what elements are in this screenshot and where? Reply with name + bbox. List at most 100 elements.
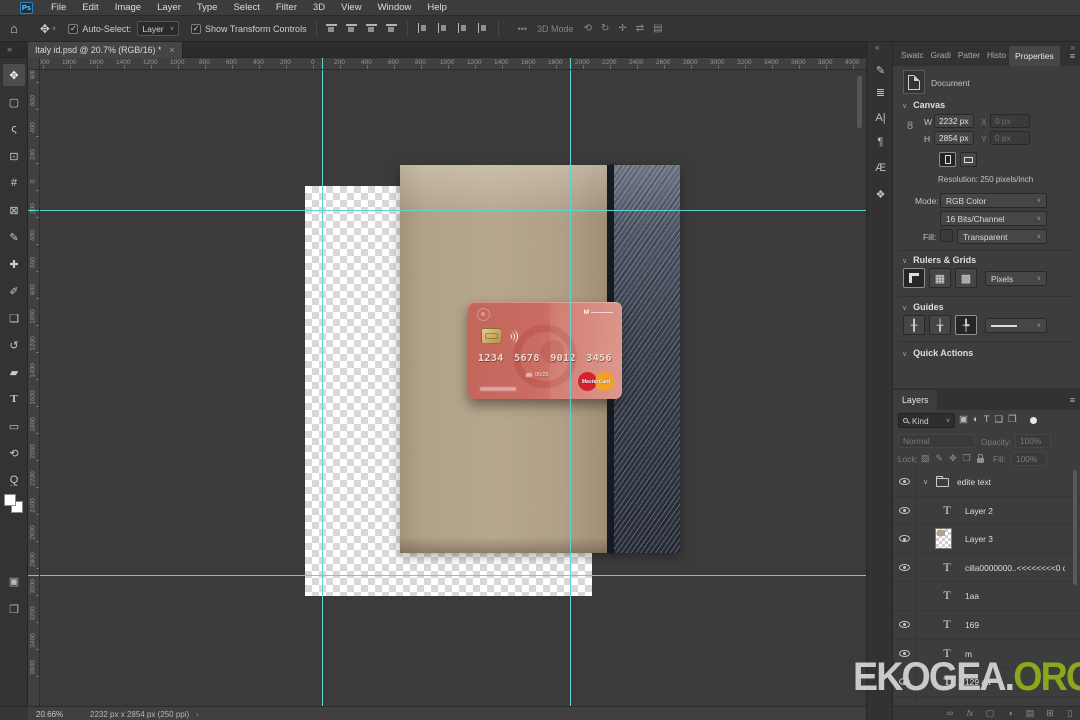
rulers-grids-section-header[interactable]: ∨ Rulers & Grids bbox=[902, 255, 976, 265]
layers-panel-menu-icon[interactable]: ≡ bbox=[1070, 395, 1075, 405]
vertical-ruler[interactable]: 800 600 400 200 0 200 400 600 800 1000 1200 1400 160… bbox=[28, 70, 40, 706]
filter-type-icon-1[interactable]: ◐ bbox=[973, 414, 979, 425]
filter-type-icon-3[interactable]: ❑ bbox=[995, 414, 1004, 425]
libraries-icon[interactable]: ❖ bbox=[867, 188, 894, 201]
color-swatches[interactable] bbox=[4, 494, 26, 516]
x-input[interactable]: 0 px bbox=[990, 114, 1030, 128]
object-selection-tool[interactable]: ⊡ bbox=[3, 145, 25, 167]
layer-visibility-toggle[interactable] bbox=[893, 611, 917, 639]
layer-row[interactable]: T 129 aa bbox=[893, 668, 1080, 697]
landscape-orientation-button[interactable] bbox=[960, 152, 977, 167]
align-icon-0[interactable] bbox=[325, 23, 338, 34]
more-align-options-button[interactable]: ••• bbox=[518, 24, 527, 34]
lock-icon-2[interactable]: ✥ bbox=[949, 453, 957, 464]
type-tool[interactable]: T bbox=[3, 388, 25, 410]
layer-visibility-toggle[interactable] bbox=[893, 553, 917, 582]
menu-view[interactable]: View bbox=[333, 2, 369, 13]
link-layers-icon[interactable]: ∞ bbox=[943, 708, 957, 718]
eyedropper-tool[interactable]: ✎ bbox=[3, 226, 25, 248]
layer-row[interactable]: T Layer 2 bbox=[893, 496, 1080, 526]
lock-icon-0[interactable]: ▨ bbox=[921, 453, 930, 464]
layer-row[interactable]: ∨ edite text bbox=[893, 468, 1080, 497]
lock-all-icon[interactable] bbox=[976, 454, 984, 463]
ruler-units-dropdown[interactable]: Pixels ∨ bbox=[985, 271, 1047, 286]
tab-patter[interactable]: Patter bbox=[958, 50, 980, 60]
home-icon[interactable]: ⌂ bbox=[10, 21, 18, 36]
menu-image[interactable]: Image bbox=[107, 2, 149, 13]
opacity-input[interactable]: 100% bbox=[1015, 434, 1051, 448]
frame-tool[interactable]: ⊠ bbox=[3, 199, 25, 221]
tab-swatc[interactable]: Swatc bbox=[901, 50, 924, 60]
healing-brush-tool[interactable]: ✚ bbox=[3, 253, 25, 275]
foreground-color-swatch[interactable] bbox=[4, 494, 16, 506]
3d-mode-icon-1[interactable]: ↻ bbox=[601, 23, 609, 34]
screen-mode-button[interactable]: ❐ bbox=[3, 598, 25, 620]
layer-fill-input[interactable]: 100% bbox=[1011, 452, 1047, 466]
show-transform-controls-checkbox[interactable]: ✓ bbox=[191, 23, 202, 34]
layer-visibility-toggle[interactable] bbox=[893, 639, 917, 668]
lock-guides-button[interactable]: ╁ bbox=[929, 315, 951, 335]
guide-horizontal[interactable] bbox=[40, 575, 866, 576]
filter-type-icon-2[interactable]: T bbox=[984, 414, 990, 425]
toolbar-collapse-icon[interactable]: » bbox=[7, 44, 12, 54]
3d-mode-icon-0[interactable]: ⟲ bbox=[584, 23, 592, 34]
brush-tool[interactable]: ✐ bbox=[3, 280, 25, 302]
layer-visibility-toggle[interactable] bbox=[893, 582, 917, 610]
edit-guides-button[interactable]: ╄ bbox=[955, 315, 977, 335]
lock-icon-3[interactable]: ❒ bbox=[963, 453, 971, 464]
layers-scrollbar[interactable] bbox=[1073, 470, 1077, 585]
adjustment-layer-icon[interactable]: ◑ bbox=[1003, 708, 1017, 718]
y-input[interactable]: 0 px bbox=[990, 131, 1030, 145]
layer-row[interactable]: Tcilla0000000..<<<<<<<<0 d bbox=[893, 553, 1080, 583]
align-icon-2[interactable] bbox=[365, 23, 378, 34]
menu-layer[interactable]: Layer bbox=[149, 2, 189, 13]
tab-layers[interactable]: Layers bbox=[893, 390, 938, 410]
layer-thumbnail[interactable] bbox=[935, 528, 952, 550]
distribute-icon-3[interactable] bbox=[477, 23, 489, 34]
layer-row[interactable]: T01.01.1990 bbox=[893, 696, 1080, 706]
guide-style-dropdown[interactable]: ∨ bbox=[985, 318, 1047, 333]
bit-depth-dropdown[interactable]: 16 Bits/Channel ∨ bbox=[940, 211, 1047, 226]
layer-row[interactable]: T 1aa bbox=[893, 582, 1080, 611]
layer-visibility-toggle[interactable] bbox=[893, 525, 917, 553]
fill-dropdown[interactable]: Transparent ∨ bbox=[957, 229, 1047, 244]
rectangle-tool[interactable]: ▭ bbox=[3, 415, 25, 437]
color-mode-dropdown[interactable]: RGB Color ∨ bbox=[940, 193, 1047, 208]
menu-edit[interactable]: Edit bbox=[74, 2, 106, 13]
toggle-pixel-grid-button[interactable]: ▩ bbox=[955, 268, 977, 288]
3d-mode-icon-3[interactable]: ⇄ bbox=[636, 23, 644, 34]
canvas-scrollbar[interactable] bbox=[857, 76, 862, 128]
layer-row[interactable]: T 169 bbox=[893, 611, 1080, 640]
menu-type[interactable]: Type bbox=[189, 2, 226, 13]
align-icon-1[interactable] bbox=[345, 23, 358, 34]
distribute-icon-2[interactable] bbox=[457, 23, 469, 34]
lock-icon-1[interactable]: ✎ bbox=[936, 453, 944, 464]
glyphs-icon[interactable]: Æ bbox=[867, 162, 894, 174]
auto-select-target-dropdown[interactable]: Layer ∨ bbox=[137, 21, 180, 36]
crop-tool[interactable]: # bbox=[3, 172, 25, 194]
fill-swatch[interactable] bbox=[940, 229, 953, 242]
menu-window[interactable]: Window bbox=[370, 2, 420, 13]
document-tab[interactable]: Italy id.psd @ 20.7% (RGB/16) * × bbox=[28, 42, 183, 58]
3d-mode-icon-2[interactable]: ✛ bbox=[618, 23, 626, 34]
move-tool[interactable]: ✥ bbox=[3, 64, 25, 86]
eraser-tool[interactable]: ▰ bbox=[3, 361, 25, 383]
rectangular-marquee-tool[interactable]: ▢ bbox=[3, 91, 25, 113]
menu-file[interactable]: File bbox=[43, 2, 74, 13]
tab-histo[interactable]: Histo bbox=[987, 50, 1006, 60]
portrait-orientation-button[interactable] bbox=[939, 152, 956, 167]
status-zoom-field[interactable]: 20.66% bbox=[36, 710, 63, 719]
filter-type-icon-4[interactable]: ❒ bbox=[1008, 414, 1017, 425]
photoshop-logo-icon[interactable]: Ps bbox=[20, 1, 33, 14]
toggle-guides-button[interactable]: ╂ bbox=[903, 315, 925, 335]
auto-select-checkbox[interactable]: ✓ bbox=[68, 23, 79, 34]
filter-type-icon-0[interactable]: ▣ bbox=[959, 414, 968, 425]
quick-mask-button[interactable]: ▣ bbox=[3, 570, 25, 592]
delete-layer-icon[interactable]: ▯ bbox=[1063, 708, 1077, 719]
toggle-grid-button[interactable]: ▦ bbox=[929, 268, 951, 288]
brushes-icon[interactable]: ✎ bbox=[867, 64, 894, 77]
3d-mode-icon-4[interactable]: ▤ bbox=[653, 23, 662, 34]
rotate-view-tool[interactable]: ⟲ bbox=[3, 442, 25, 464]
guides-section-header[interactable]: ∨ Guides bbox=[902, 302, 944, 312]
menu-select[interactable]: Select bbox=[225, 2, 267, 13]
